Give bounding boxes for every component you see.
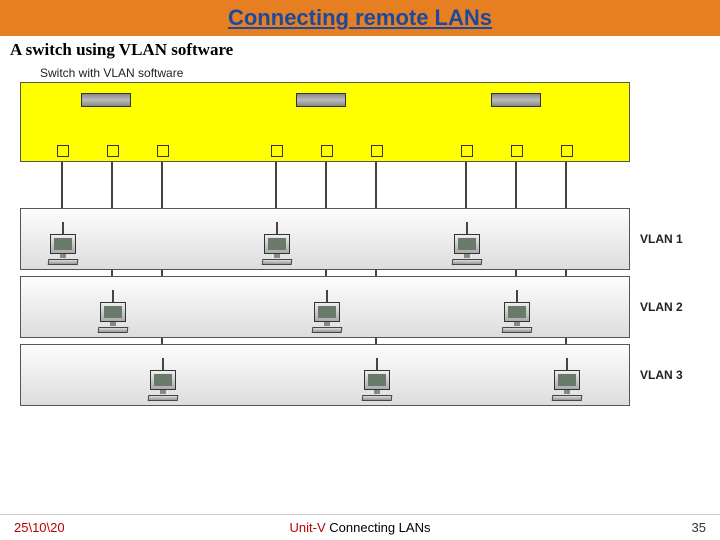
switch-port <box>461 145 473 157</box>
vlan-label: VLAN 1 <box>630 232 700 246</box>
computer-icon <box>360 370 394 401</box>
computer-icon <box>550 370 584 401</box>
computer-icon <box>500 302 534 333</box>
switch-module <box>296 93 346 107</box>
vlan-row-2: VLAN 2 <box>20 276 700 338</box>
footer-topic: Connecting LANs <box>326 520 431 535</box>
switch-port <box>271 145 283 157</box>
page-number: 35 <box>692 520 706 535</box>
footer-title: Unit-V Connecting LANs <box>290 520 431 535</box>
footer-unit: Unit-V <box>290 520 326 535</box>
footer-date: 25\10\20 <box>14 520 65 535</box>
switch-label: Switch with VLAN software <box>40 66 700 80</box>
cable-area <box>20 162 630 202</box>
subtitle: A switch using VLAN software <box>0 36 720 66</box>
computer-icon <box>260 234 294 265</box>
switch-port <box>57 145 69 157</box>
switch-port <box>511 145 523 157</box>
computer-icon <box>450 234 484 265</box>
switch-port <box>561 145 573 157</box>
switch-port <box>321 145 333 157</box>
switch-box <box>20 82 630 162</box>
vlan-diagram: Switch with VLAN software VLAN 1 <box>20 66 700 406</box>
computer-icon <box>146 370 180 401</box>
switch-module <box>491 93 541 107</box>
header-bar: Connecting remote LANs <box>0 0 720 36</box>
cable <box>275 162 277 214</box>
switch-port <box>371 145 383 157</box>
page-title: Connecting remote LANs <box>228 5 492 31</box>
vlan-label: VLAN 2 <box>630 300 700 314</box>
vlan-row-1: VLAN 1 <box>20 208 700 270</box>
cable <box>61 162 63 214</box>
vlan-box <box>20 276 630 338</box>
cable <box>465 162 467 214</box>
vlan-box <box>20 208 630 270</box>
footer: 25\10\20 Unit-V Connecting LANs 35 <box>0 514 720 540</box>
switch-port <box>107 145 119 157</box>
computer-icon <box>46 234 80 265</box>
vlan-row-3: VLAN 3 <box>20 344 700 406</box>
switch-module <box>81 93 131 107</box>
vlan-box <box>20 344 630 406</box>
switch-port <box>157 145 169 157</box>
computer-icon <box>96 302 130 333</box>
computer-icon <box>310 302 344 333</box>
vlan-label: VLAN 3 <box>630 368 700 382</box>
